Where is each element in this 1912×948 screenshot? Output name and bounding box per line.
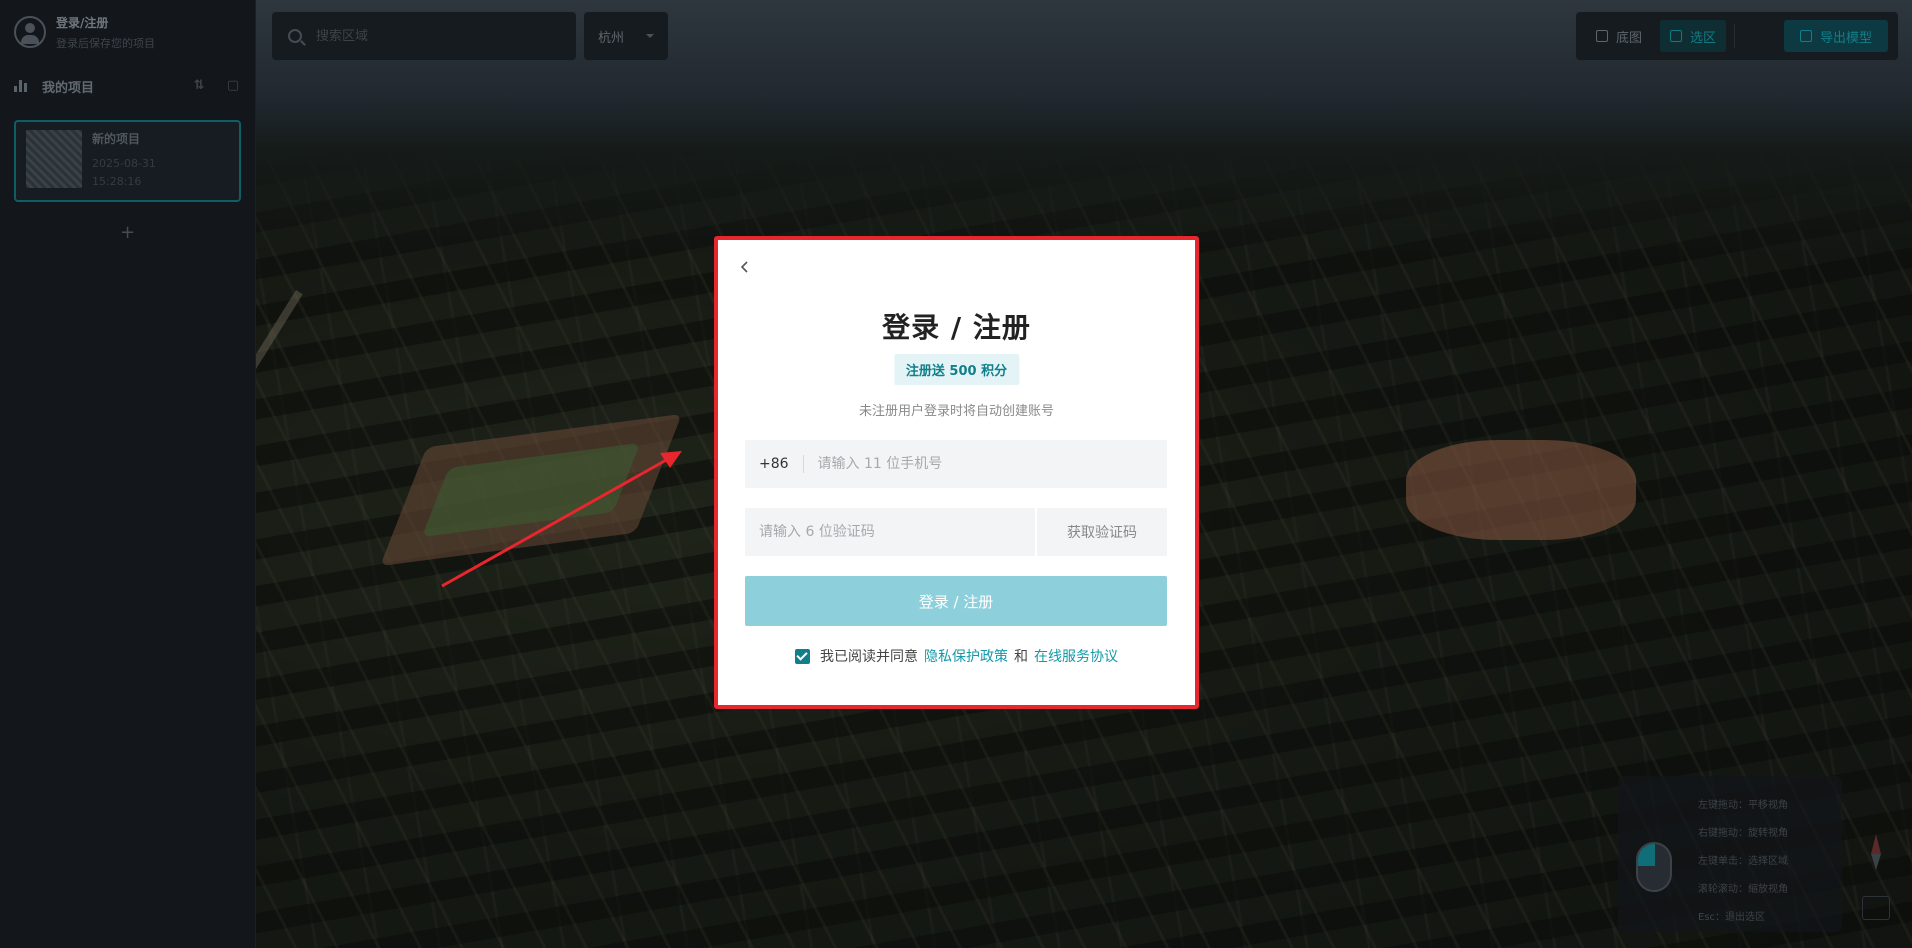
export-icon <box>1799 30 1812 42</box>
agree-prefix: 我已阅读并同意 <box>820 649 918 665</box>
project-thumbnail <box>26 130 82 188</box>
avatar-icon <box>14 16 46 48</box>
login-label: 登录/注册 <box>56 15 109 30</box>
help-line: 左键拖动：平移视角 <box>1698 800 1788 811</box>
basemap-button[interactable]: 底图 <box>1586 20 1652 52</box>
chevron-down-icon <box>646 34 654 38</box>
login-hint: 登录后保存您的项目 <box>56 36 155 50</box>
project-date: 2025-08-31 <box>92 157 156 170</box>
login-modal: 登录 / 注册 注册送 500 积分 未注册用户登录时将自动创建账号 +86 获… <box>714 236 1199 709</box>
project-card[interactable]: 新的项目 2025-08-31 15:28:16 <box>14 120 241 202</box>
verification-code-input[interactable] <box>745 508 1035 556</box>
toolbar: 底图 选区 导出模型 <box>1576 12 1898 60</box>
modal-subtitle: 未注册用户登录时将自动创建账号 <box>858 404 1054 419</box>
help-line: 滚轮滚动：缩放视角 <box>1698 884 1788 895</box>
service-agreement-link[interactable]: 在线服务协议 <box>1034 646 1118 666</box>
modal-title: 登录 / 注册 <box>882 311 1031 344</box>
map-field <box>1406 440 1636 540</box>
privacy-policy-link[interactable]: 隐私保护政策 <box>924 646 1008 666</box>
get-code-button[interactable]: 获取验证码 <box>1035 508 1167 556</box>
promo-badge: 注册送 500 积分 <box>893 354 1020 385</box>
search-icon <box>288 29 302 43</box>
export-model-button[interactable]: 导出模型 <box>1783 20 1888 52</box>
phone-input[interactable] <box>817 456 1148 472</box>
project-time: 15:28:16 <box>92 175 142 188</box>
agreement-row: 我已阅读并同意 隐私保护政策 和 在线服务协议 <box>718 646 1195 666</box>
mouse-icon <box>1636 842 1672 892</box>
search-input[interactable] <box>316 28 556 44</box>
controls-help-panel: 左键拖动：平移视角 右键拖动：旋转视角 左键单击：选择区域 滚轮滚动：缩放视角 … <box>1618 776 1842 932</box>
add-project-button[interactable]: + <box>0 222 255 243</box>
select-area-button[interactable]: 选区 <box>1660 20 1727 52</box>
projects-header: 我的项目 ⇅ ▢ <box>0 64 255 108</box>
folder-icon[interactable]: ▢ <box>225 78 241 94</box>
help-line: Esc：退出选区 <box>1698 912 1766 923</box>
help-line: 左键单击：选择区域 <box>1698 856 1788 867</box>
project-name: 新的项目 <box>92 132 141 146</box>
verification-code-row: 获取验证码 <box>745 508 1167 556</box>
layers-icon[interactable] <box>1862 896 1890 920</box>
back-arrow-icon[interactable] <box>738 260 752 274</box>
help-line: 右键拖动：旋转视角 <box>1698 828 1788 839</box>
city-select[interactable]: 杭州 <box>584 12 668 60</box>
phone-field: +86 <box>745 440 1167 488</box>
sort-icon[interactable]: ⇅ <box>191 78 207 94</box>
projects-title: 我的项目 <box>42 80 95 96</box>
toolbar-divider <box>1734 24 1736 48</box>
map-icon <box>1596 30 1608 42</box>
bar-chart-icon <box>14 80 28 92</box>
and-text: 和 <box>1014 649 1028 665</box>
search-box <box>272 12 576 60</box>
select-area-icon <box>1670 30 1683 42</box>
city-value: 杭州 <box>598 30 625 46</box>
compass-icon[interactable] <box>1862 832 1890 872</box>
login-register-button[interactable]: 登录 / 注册 <box>745 576 1167 626</box>
country-code[interactable]: +86 <box>759 455 804 473</box>
user-login-row[interactable]: 登录/注册 登录后保存您的项目 <box>0 0 255 64</box>
sidebar: 登录/注册 登录后保存您的项目 我的项目 ⇅ ▢ 新的项目 2025-08-31… <box>0 0 256 948</box>
agree-checkbox[interactable] <box>795 648 810 664</box>
